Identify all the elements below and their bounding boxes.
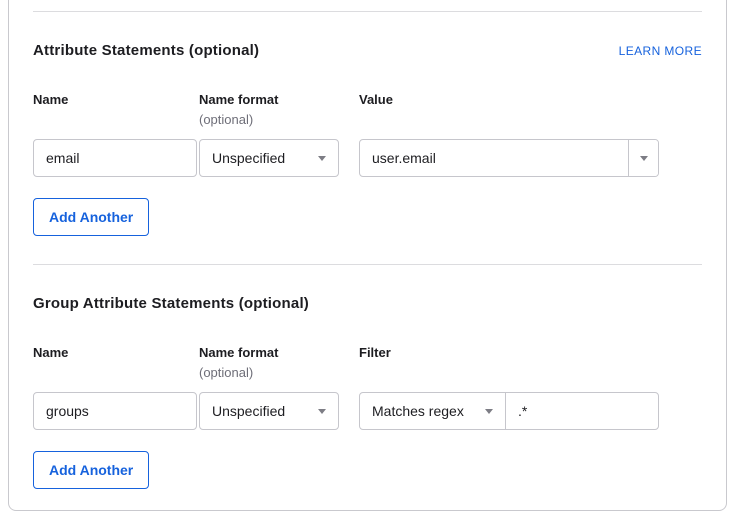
chevron-down-icon [640, 156, 648, 161]
add-another-button[interactable]: Add Another [33, 198, 149, 236]
chevron-down-icon [318, 409, 326, 414]
app-settings-panel: Attribute Statements (optional) LEARN MO… [8, 0, 727, 511]
column-label-name-format: Name format [199, 346, 359, 359]
attribute-value-dropdown-button[interactable] [628, 140, 658, 176]
attribute-statements-header: Attribute Statements (optional) LEARN MO… [33, 42, 702, 60]
column-label-filter: Filter [359, 346, 659, 359]
attribute-name-format-select[interactable]: Unspecified [199, 139, 339, 177]
attribute-value-input[interactable] [360, 140, 628, 176]
group-attribute-name-input[interactable] [33, 392, 197, 430]
column-label-name: Name [33, 93, 199, 106]
column-sublabel-optional: (optional) [199, 366, 359, 379]
section-divider [33, 264, 702, 265]
column-sublabel-optional: (optional) [199, 113, 359, 126]
filter-operator-select[interactable]: Matches regex [360, 393, 506, 429]
section-divider [33, 11, 702, 12]
column-label-name: Name [33, 346, 199, 359]
attribute-name-format-value: Unspecified [212, 150, 285, 166]
learn-more-link[interactable]: LEARN MORE [619, 44, 702, 58]
column-label-name-format: Name format [199, 93, 359, 106]
group-attribute-statement-row: Unspecified Matches regex [33, 392, 702, 430]
attribute-name-input[interactable] [33, 139, 197, 177]
attribute-statements-heading: Attribute Statements (optional) [33, 42, 259, 60]
group-attribute-name-format-value: Unspecified [212, 403, 285, 419]
group-attribute-statements-column-labels: Name Name format (optional) Filter [33, 346, 702, 379]
attribute-value-group [359, 139, 659, 177]
chevron-down-icon [485, 409, 493, 414]
add-another-button[interactable]: Add Another [33, 451, 149, 489]
column-label-value: Value [359, 93, 659, 106]
filter-value-input[interactable] [506, 393, 658, 429]
group-attribute-statements-heading: Group Attribute Statements (optional) [33, 295, 309, 313]
filter-operator-value: Matches regex [372, 403, 464, 419]
group-attribute-statements-header: Group Attribute Statements (optional) [33, 295, 702, 313]
chevron-down-icon [318, 156, 326, 161]
attribute-statement-row: Unspecified [33, 139, 702, 177]
group-attribute-name-format-select[interactable]: Unspecified [199, 392, 339, 430]
attribute-statements-column-labels: Name Name format (optional) Value [33, 93, 702, 126]
group-attribute-filter-group: Matches regex [359, 392, 659, 430]
